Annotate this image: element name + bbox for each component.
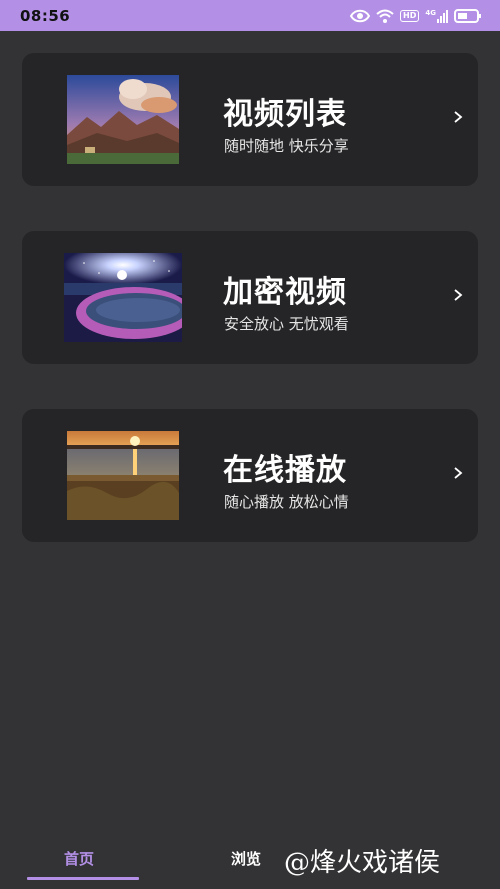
- card-subtitle: 随时随地 快乐分享: [224, 137, 349, 155]
- card-subtitle: 安全放心 无忧观看: [224, 315, 349, 333]
- mountain-sunset-image: [67, 75, 179, 164]
- status-time: 08:56: [20, 6, 71, 25]
- active-tab-indicator: [27, 877, 139, 880]
- card-title: 加密视频: [223, 275, 347, 310]
- status-bar: 08:56 HD 4G: [0, 0, 500, 31]
- chevron-right-icon[interactable]: [452, 465, 464, 481]
- card-encrypted-video[interactable]: 加密视频 安全放心 无忧观看: [22, 231, 478, 364]
- wifi-icon: [376, 9, 394, 23]
- hd-badge-icon: HD: [400, 9, 420, 22]
- chevron-right-icon[interactable]: [452, 109, 464, 125]
- card-title: 视频列表: [223, 97, 347, 132]
- bottom-nav: 首页 浏览 @烽火戏诸侯: [0, 840, 500, 889]
- signal-4g-icon: 4G: [425, 9, 448, 23]
- status-icons: HD 4G: [350, 8, 482, 23]
- tab-browse[interactable]: 浏览: [231, 848, 261, 869]
- tab-home[interactable]: 首页: [64, 848, 94, 869]
- card-subtitle: 随心播放 放松心情: [224, 493, 349, 511]
- network-label: 4G: [425, 8, 436, 17]
- watermark: @烽火戏诸侯: [284, 848, 441, 878]
- eye-icon: [350, 9, 371, 22]
- card-online-play[interactable]: 在线播放 随心播放 放松心情: [22, 409, 478, 542]
- card-video-list[interactable]: 视频列表 随时随地 快乐分享: [22, 53, 478, 186]
- night-beach-image: [64, 253, 182, 342]
- card-title: 在线播放: [223, 453, 347, 488]
- chevron-right-icon[interactable]: [452, 287, 464, 303]
- battery-icon: [454, 8, 481, 23]
- lake-sunset-image: [67, 431, 179, 520]
